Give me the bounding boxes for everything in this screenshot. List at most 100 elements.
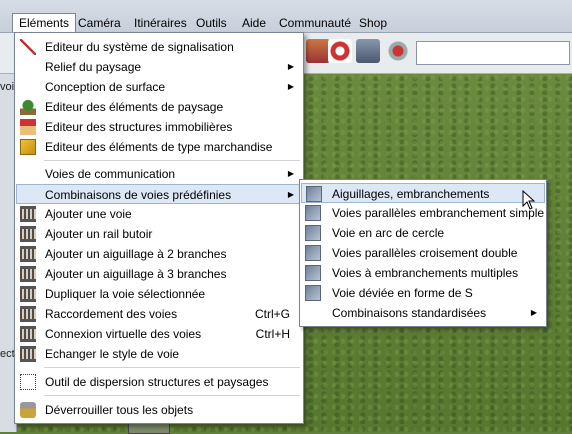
- submenu-item-switches[interactable]: Aiguillages, embranchements: [301, 183, 545, 203]
- s-curve-icon: [305, 285, 321, 301]
- predefined-combinations-submenu: Aiguillages, embranchements Voies parall…: [299, 179, 547, 327]
- tree-icon: [20, 99, 36, 115]
- virtual-connect-icon: [20, 326, 36, 342]
- menu-item-label: Editeur des éléments de paysage: [45, 100, 224, 114]
- menu-separator: [44, 395, 300, 396]
- menu-item-shortcut: Ctrl+G: [254, 307, 290, 321]
- menu-item-add-switch-3[interactable]: Ajouter un aiguillage à 3 branches: [16, 264, 302, 284]
- left-panel-label-2: ect: [0, 348, 15, 360]
- submenu-item-arc[interactable]: Voie en arc de cercle: [301, 223, 545, 243]
- menu-item-signal-editor[interactable]: Editeur du système de signalisation: [16, 37, 302, 57]
- double-crossing-icon: [305, 245, 321, 261]
- menu-item-unlock-all[interactable]: Déverrouiller tous les objets: [16, 400, 302, 420]
- submenu-arrow-icon: ▶: [287, 190, 294, 199]
- submenu-arrow-icon: ▶: [287, 82, 294, 91]
- submenu-item-label: Combinaisons standardisées: [332, 306, 487, 320]
- menu-item-relief[interactable]: Relief du paysage ▶: [16, 57, 302, 77]
- menu-item-label: Outil de dispersion structures et paysag…: [45, 375, 269, 389]
- menu-elements[interactable]: Eléments: [12, 13, 77, 32]
- menu-itineraires[interactable]: Itinéraires: [128, 14, 193, 32]
- menu-communaute-label: Communauté: [279, 16, 352, 30]
- vehicle-tool-icon[interactable]: [356, 39, 380, 63]
- menu-item-label: Ajouter un aiguillage à 2 branches: [45, 247, 227, 261]
- menu-item-label: Raccordement des voies: [45, 307, 178, 321]
- menu-item-label: Voies de communication: [45, 167, 176, 181]
- menu-outils-label: Outils: [196, 16, 227, 30]
- scatter-icon: [20, 374, 36, 390]
- submenu-item-multiple-branches[interactable]: Voies à embranchements multiples: [301, 263, 545, 283]
- menu-item-label: Echanger le style de voie: [45, 347, 180, 361]
- submenu-item-s-curve[interactable]: Voie déviée en forme de S: [301, 283, 545, 303]
- left-panel-label-1: voi: [0, 81, 15, 93]
- track-tool-icon[interactable]: [306, 39, 330, 63]
- menu-aide-label: Aide: [242, 16, 267, 30]
- menu-shop[interactable]: Shop: [353, 14, 393, 32]
- submenu-item-label: Voie en arc de cercle: [332, 226, 445, 240]
- menu-item-label: Ajouter un aiguillage à 3 branches: [45, 267, 227, 281]
- submenu-item-label: Aiguillages, embranchements: [332, 187, 490, 201]
- menu-item-label: Editeur des éléments de type marchandise: [45, 140, 273, 154]
- elements-menu: Editeur du système de signalisation Reli…: [14, 32, 304, 424]
- menu-item-swap-style[interactable]: Echanger le style de voie: [16, 344, 302, 364]
- submenu-arrow-icon: ▶: [287, 169, 294, 178]
- menu-communaute[interactable]: Communauté: [273, 14, 357, 32]
- switch-combo-icon: [306, 186, 322, 202]
- connect-track-icon: [20, 306, 36, 322]
- menu-outils[interactable]: Outils: [190, 14, 233, 32]
- submenu-arrow-icon: ▶: [287, 62, 294, 71]
- swap-style-icon: [20, 346, 36, 362]
- submenu-item-label: Voies à embranchements multiples: [332, 266, 519, 280]
- arc-track-icon: [305, 225, 321, 241]
- switch-3-icon: [20, 266, 36, 282]
- menu-item-communication-routes[interactable]: Voies de communication ▶: [16, 164, 302, 184]
- signal-tool-icon[interactable]: [328, 39, 352, 63]
- menu-item-label: Ajouter un rail butoir: [45, 227, 153, 241]
- gear-tool-icon[interactable]: [386, 39, 410, 63]
- submenu-item-parallel-simple[interactable]: Voies parallèles embranchement simple: [301, 203, 545, 223]
- menu-item-add-track[interactable]: Ajouter une voie: [16, 204, 302, 224]
- menu-item-label: Conception de surface: [45, 80, 166, 94]
- menu-item-label: Connexion virtuelle des voies: [45, 327, 202, 341]
- menu-shop-label: Shop: [359, 16, 388, 30]
- menu-item-label: Ajouter une voie: [45, 207, 132, 221]
- menu-camera[interactable]: Caméra: [72, 14, 127, 32]
- menu-item-surface[interactable]: Conception de surface ▶: [16, 77, 302, 97]
- submenu-item-double-crossing[interactable]: Voies parallèles croisement double: [301, 243, 545, 263]
- parallel-tracks-icon: [305, 205, 321, 221]
- mouse-cursor-icon: [522, 190, 536, 210]
- menu-itineraires-label: Itinéraires: [134, 16, 187, 30]
- menu-item-structures-editor[interactable]: Editeur des structures immobilières: [16, 117, 302, 137]
- menu-item-duplicate-track[interactable]: Dupliquer la voie sélectionnée: [16, 284, 302, 304]
- menu-item-predefined-combinations[interactable]: Combinaisons de voies prédéfinies ▶: [16, 184, 302, 204]
- switch-2-icon: [20, 246, 36, 262]
- submenu-item-label: Voies parallèles croisement double: [332, 246, 518, 260]
- menu-item-shortcut: Ctrl+H: [255, 327, 290, 341]
- buffer-stop-icon: [20, 226, 36, 242]
- signal-icon: [20, 39, 36, 55]
- menu-item-landscape-editor[interactable]: Editeur des éléments de paysage: [16, 97, 302, 117]
- menu-item-label: Combinaisons de voies prédéfinies: [45, 188, 232, 202]
- menu-item-scatter-tool[interactable]: Outil de dispersion structures et paysag…: [16, 372, 302, 392]
- menu-elements-label: Eléments: [19, 16, 70, 30]
- duplicate-track-icon: [20, 286, 36, 302]
- menu-item-add-switch-2[interactable]: Ajouter un aiguillage à 2 branches: [16, 244, 302, 264]
- menu-item-goods-editor[interactable]: Editeur des éléments de type marchandise: [16, 137, 302, 157]
- submenu-item-label: Voie déviée en forme de S: [332, 286, 473, 300]
- multi-branch-icon: [305, 265, 321, 281]
- crate-icon: [20, 139, 36, 155]
- menu-item-connect-tracks[interactable]: Raccordement des voies Ctrl+G: [16, 304, 302, 324]
- menu-item-label: Editeur des structures immobilières: [45, 120, 233, 134]
- lock-icon: [20, 402, 36, 418]
- menu-bar: Eléments Caméra Itinéraires Outils Aide …: [0, 0, 572, 33]
- submenu-arrow-icon: ▶: [530, 308, 537, 317]
- menu-aide[interactable]: Aide: [236, 14, 272, 32]
- submenu-item-standard[interactable]: Combinaisons standardisées ▶: [301, 303, 545, 323]
- menu-separator: [44, 160, 300, 161]
- menu-item-virtual-connect[interactable]: Connexion virtuelle des voies Ctrl+H: [16, 324, 302, 344]
- menu-item-label: Relief du paysage: [45, 60, 142, 74]
- menu-item-label: Dupliquer la voie sélectionnée: [45, 287, 206, 301]
- house-icon: [20, 119, 36, 135]
- menu-item-add-buffer[interactable]: Ajouter un rail butoir: [16, 224, 302, 244]
- menu-item-label: Editeur du système de signalisation: [45, 40, 234, 54]
- toolbar-search-input[interactable]: [416, 41, 570, 65]
